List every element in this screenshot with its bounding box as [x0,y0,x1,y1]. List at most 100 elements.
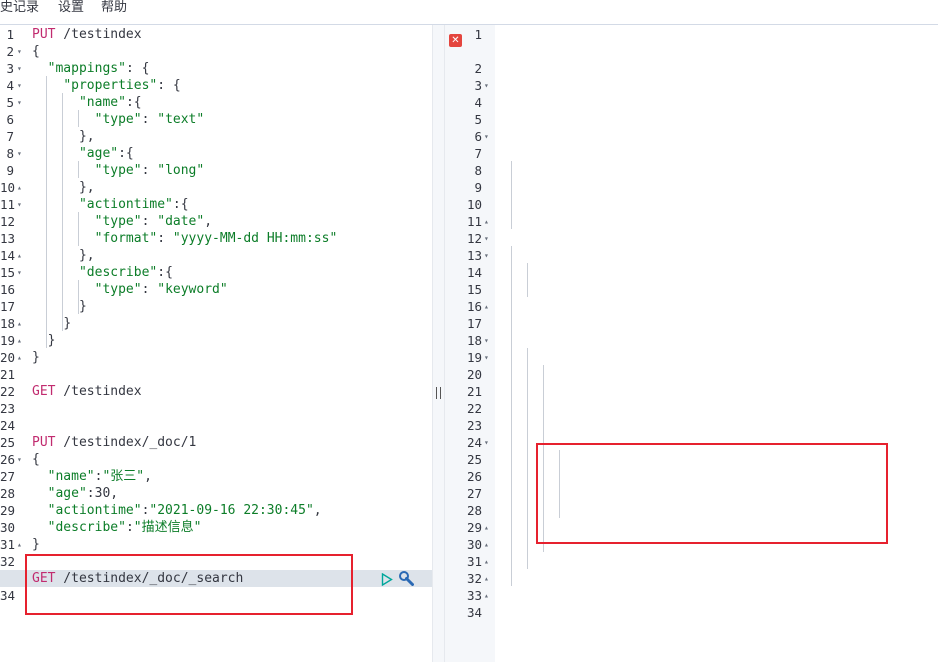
line-number: 28 [0,486,16,501]
code-token: , [313,503,322,518]
code-token: "keyword" [157,282,228,297]
fold-open-icon[interactable]: ▾ [17,77,22,94]
code-token: { [32,452,40,467]
fold-open-icon[interactable]: ▾ [17,451,22,468]
fold-close-icon[interactable]: ▴ [484,536,489,553]
fold-close-icon[interactable]: ▴ [17,349,22,366]
code-token: /testindex [55,384,142,399]
fold-close-icon[interactable]: ▴ [17,332,22,349]
line-number: 13 [0,231,16,246]
fold-open-icon[interactable]: ▾ [17,264,22,281]
line-number: 24 [0,418,16,433]
fold-close-icon[interactable]: ▴ [484,519,489,536]
line-number: 10 [466,197,482,212]
fold-open-icon[interactable]: ▾ [484,77,489,94]
fold-close-icon[interactable]: ▴ [17,315,22,332]
indent-guide [78,212,79,246]
line-number: 18 [466,333,482,348]
fold-close-icon[interactable]: ▴ [484,213,489,230]
line-number: 11 [466,214,482,229]
line-number: 11 [0,197,16,212]
highlight-box-response [536,443,888,544]
fold-open-icon[interactable]: ▾ [484,128,489,145]
line-number: 5 [474,112,482,127]
fold-open-icon[interactable]: ▾ [484,247,489,264]
fold-close-icon[interactable]: ▴ [484,570,489,587]
code-line: }, [32,247,95,264]
fold-open-icon[interactable]: ▾ [484,230,489,247]
fold-close-icon[interactable]: ▴ [17,247,22,264]
line-number: 25 [466,452,482,467]
code-token: :{ [157,265,173,280]
indent-guide [78,280,79,314]
code-line: }, [32,128,95,145]
line-number: 15 [0,265,16,280]
code-line: "age":30, [32,485,118,502]
fold-close-icon[interactable]: ▴ [484,587,489,604]
fold-open-icon[interactable]: ▾ [17,60,22,77]
line-number: 10 [0,180,16,195]
code-token: : [141,112,158,127]
splitter-grip-icon[interactable] [436,387,441,399]
fold-open-icon[interactable]: ▾ [17,94,22,111]
code-token: "name" [78,95,126,110]
code-token: , [144,469,152,484]
code-line: "type": "text" [32,111,205,128]
code-token: "text" [157,112,205,127]
code-token: : { [125,61,150,76]
code-token: "describe" [47,520,126,535]
code-line: { [32,451,40,468]
menu-settings[interactable]: 设置 [58,0,84,16]
play-icon[interactable] [381,571,393,590]
indent-guide [511,246,512,586]
fold-open-icon[interactable]: ▾ [17,145,22,162]
code-line: } [32,349,40,366]
wrench-icon[interactable] [398,570,414,590]
line-number: 19 [0,333,16,348]
line-number: 3 [474,78,482,93]
fold-open-icon[interactable]: ▾ [484,349,489,366]
fold-open-icon[interactable]: ▾ [17,43,22,60]
fold-close-icon[interactable]: ▴ [484,553,489,570]
code-line: "actiontime":{ [32,196,189,213]
fold-close-icon[interactable]: ▴ [17,179,22,196]
code-token: "properties" [63,78,158,93]
code-line: "age":{ [32,145,134,162]
menu-help[interactable]: 帮助 [101,0,127,16]
code-token: , [204,214,213,229]
fold-close-icon[interactable]: ▴ [484,298,489,315]
line-number: 31 [0,537,16,552]
line-number: 23 [466,418,482,433]
line-number: 28 [466,503,482,518]
code-line: "name":{ [32,94,142,111]
menu-history[interactable]: 史记录 [0,0,39,16]
line-number: 23 [0,401,16,416]
code-token: : [125,520,134,535]
code-line: } [32,536,40,553]
fold-open-icon[interactable]: ▾ [484,332,489,349]
pane-splitter[interactable] [432,25,445,662]
fold-close-icon[interactable]: ▴ [17,536,22,553]
fold-open-icon[interactable]: ▾ [17,196,22,213]
code-line: "mappings": { [32,60,150,77]
error-icon[interactable]: ✕ [449,34,462,47]
line-number: 6 [474,129,482,144]
code-token: "type" [94,112,142,127]
line-number: 20 [466,367,482,382]
code-token: : [141,163,158,178]
code-token: :{ [118,146,134,161]
line-number: 30 [0,520,16,535]
fold-open-icon[interactable]: ▾ [484,434,489,451]
code-token: : [157,231,173,246]
line-number: 22 [466,401,482,416]
line-number: 32 [0,554,16,569]
